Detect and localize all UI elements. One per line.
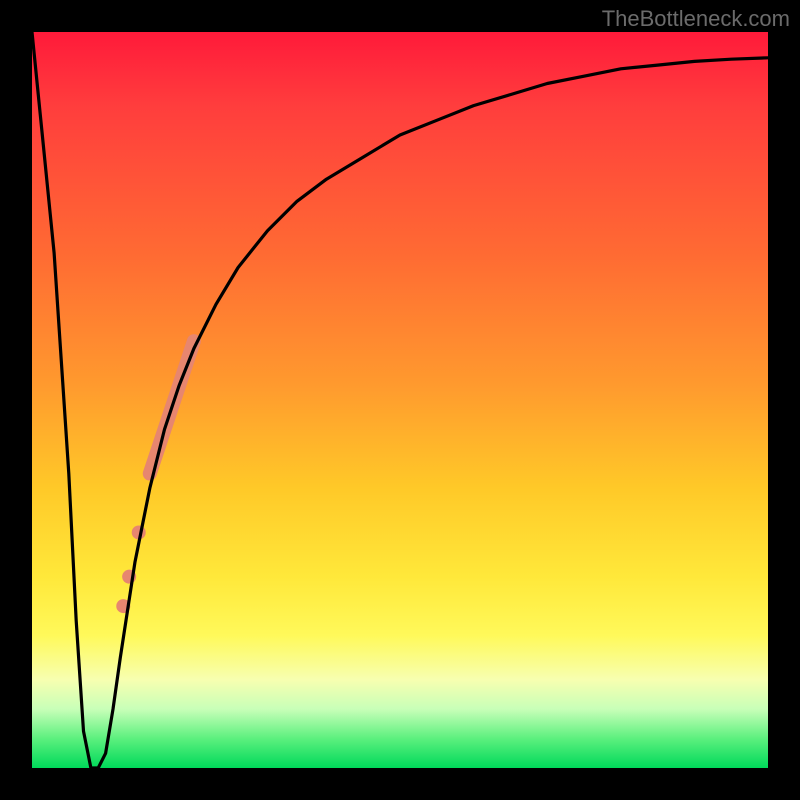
bottleneck-curve [32, 32, 768, 768]
plot-area [32, 32, 768, 768]
watermark-text: TheBottleneck.com [602, 6, 790, 32]
chart-overlay [32, 32, 768, 768]
chart-frame: TheBottleneck.com [0, 0, 800, 800]
